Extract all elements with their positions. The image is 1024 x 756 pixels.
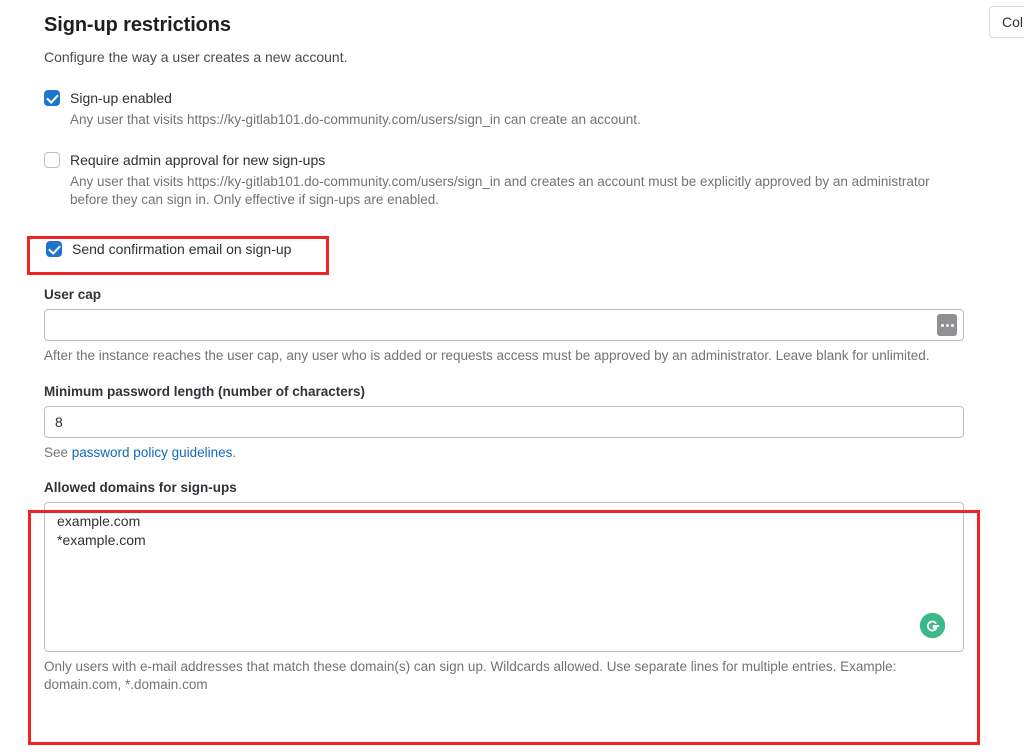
user-cap-label: User cap xyxy=(44,287,102,302)
checkbox-row-signup-enabled[interactable]: Sign-up enabled Any user that visits htt… xyxy=(44,88,964,129)
signup-enabled-help: Any user that visits https://ky-gitlab10… xyxy=(70,112,641,127)
page-subtitle: Configure the way a user creates a new a… xyxy=(44,49,348,65)
settings-page: Col Sign-up restrictions Configure the w… xyxy=(0,0,1024,756)
allowed-domains-textarea[interactable]: example.com *example.com xyxy=(44,502,964,652)
password-policy-guidelines-link[interactable]: password policy guidelines xyxy=(72,445,233,460)
send-confirmation-email-checkbox[interactable] xyxy=(46,241,62,257)
signup-restrictions-section: Sign-up restrictions Configure the way a… xyxy=(44,0,964,694)
allowed-domains-help: Only users with e-mail addresses that ma… xyxy=(44,659,897,692)
signup-enabled-label: Sign-up enabled xyxy=(70,90,172,106)
min-password-length-field-group: Minimum password length (number of chara… xyxy=(44,384,964,462)
user-cap-field-group: User cap After the instance reaches the … xyxy=(44,287,964,365)
min-password-length-input[interactable]: 8 xyxy=(44,406,964,438)
page-title: Sign-up restrictions xyxy=(44,14,231,36)
grammarly-icon[interactable] xyxy=(919,612,946,639)
allowed-domains-textarea-wrap: example.com *example.com xyxy=(44,502,964,652)
collapse-button-label: Col xyxy=(1002,14,1024,30)
checkbox-row-require-admin-approval[interactable]: Require admin approval for new sign-ups … xyxy=(44,150,964,209)
password-manager-icon[interactable] xyxy=(937,314,957,336)
password-help-prefix: See xyxy=(44,445,72,460)
require-admin-approval-help: Any user that visits https://ky-gitlab10… xyxy=(70,174,930,207)
user-cap-input-wrap xyxy=(44,309,964,341)
signup-enabled-checkbox[interactable] xyxy=(44,90,60,106)
password-help-suffix: . xyxy=(232,445,237,460)
user-cap-input[interactable] xyxy=(44,309,964,341)
min-password-length-label: Minimum password length (number of chara… xyxy=(44,384,366,399)
send-confirmation-email-label: Send confirmation email on sign-up xyxy=(72,241,292,257)
allowed-domains-label: Allowed domains for sign-ups xyxy=(44,480,237,495)
user-cap-help: After the instance reaches the user cap,… xyxy=(44,348,930,363)
require-admin-approval-checkbox[interactable] xyxy=(44,152,60,168)
require-admin-approval-label: Require admin approval for new sign-ups xyxy=(70,152,326,168)
min-password-length-help: See password policy guidelines. xyxy=(44,444,964,462)
allowed-domains-field-group: Allowed domains for sign-ups example.com… xyxy=(44,480,964,694)
collapse-button[interactable]: Col xyxy=(989,6,1024,38)
checkbox-row-send-confirmation-email[interactable]: Send confirmation email on sign-up xyxy=(44,239,964,259)
